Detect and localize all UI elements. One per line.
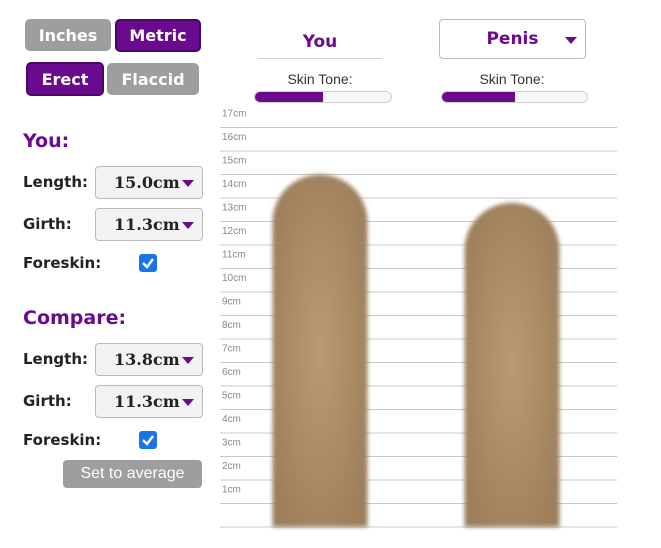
y-tick-label: 2cm xyxy=(222,461,241,472)
checkmark-icon xyxy=(142,258,154,269)
compare-type-select[interactable]: Penis xyxy=(439,19,586,59)
you-foreskin-checkbox[interactable] xyxy=(139,254,157,272)
compare-skin-tone-fill xyxy=(442,92,515,102)
compare-girth-value: 11.3cm xyxy=(114,392,180,411)
checkmark-icon xyxy=(142,435,154,446)
compare-skin-tone-slider[interactable] xyxy=(441,91,588,103)
chevron-down-icon xyxy=(565,37,577,44)
y-tick-label: 15cm xyxy=(222,156,246,167)
chevron-down-icon xyxy=(182,222,194,229)
compare-foreskin-checkbox[interactable] xyxy=(139,431,157,449)
chevron-down-icon xyxy=(182,180,194,187)
compare-section-title: Compare: xyxy=(23,307,127,329)
y-tick-label: 11cm xyxy=(222,250,246,261)
compare-foreskin-label: Foreskin: xyxy=(23,431,102,449)
chevron-down-icon xyxy=(182,399,194,406)
you-length-select[interactable]: 15.0cm xyxy=(95,166,203,199)
y-tick-label: 12cm xyxy=(222,226,246,237)
inches-button[interactable]: Inches xyxy=(25,19,111,51)
compare-girth-select[interactable]: 11.3cm xyxy=(95,385,203,418)
y-tick-label: 3cm xyxy=(222,438,241,449)
compare-length-label: Length: xyxy=(23,350,88,368)
y-tick-label: 6cm xyxy=(222,367,241,378)
you-column-header: You xyxy=(258,26,382,59)
you-girth-select[interactable]: 11.3cm xyxy=(95,208,203,241)
y-tick-label: 9cm xyxy=(222,297,241,308)
metric-button[interactable]: Metric xyxy=(115,19,201,52)
y-tick-label: 13cm xyxy=(222,203,246,214)
you-length-label: Length: xyxy=(23,173,88,191)
flaccid-button[interactable]: Flaccid xyxy=(107,63,199,95)
compare-skin-tone-label: Skin Tone: xyxy=(479,71,545,87)
y-tick-label: 4cm xyxy=(222,414,241,425)
set-to-average-button[interactable]: Set to average xyxy=(63,460,202,488)
you-skin-tone-slider[interactable] xyxy=(254,91,392,103)
chevron-down-icon xyxy=(182,357,194,364)
erect-button[interactable]: Erect xyxy=(26,62,104,96)
you-girth-value: 11.3cm xyxy=(114,215,180,234)
you-girth-label: Girth: xyxy=(23,215,72,233)
y-tick-label: 5cm xyxy=(222,391,241,402)
you-shaft-bar xyxy=(272,174,368,528)
compare-length-value: 13.8cm xyxy=(114,350,180,369)
compare-shaft-bar xyxy=(464,202,560,527)
you-skin-tone-label: Skin Tone: xyxy=(287,71,353,87)
you-foreskin-label: Foreskin: xyxy=(23,254,102,272)
you-length-value: 15.0cm xyxy=(114,173,180,192)
y-tick-label: 1cm xyxy=(222,485,241,496)
y-tick-label: 10cm xyxy=(222,273,246,284)
compare-length-select[interactable]: 13.8cm xyxy=(95,343,203,376)
you-skin-tone-fill xyxy=(255,92,323,102)
y-tick-label: 8cm xyxy=(222,320,241,331)
you-section-title: You: xyxy=(23,130,70,152)
y-tick-label: 16cm xyxy=(222,132,246,143)
y-tick-label: 17cm xyxy=(222,109,246,120)
compare-girth-label: Girth: xyxy=(23,392,72,410)
y-tick-label: 14cm xyxy=(222,179,246,190)
compare-type-value: Penis xyxy=(486,29,539,49)
y-tick-label: 7cm xyxy=(222,344,241,355)
